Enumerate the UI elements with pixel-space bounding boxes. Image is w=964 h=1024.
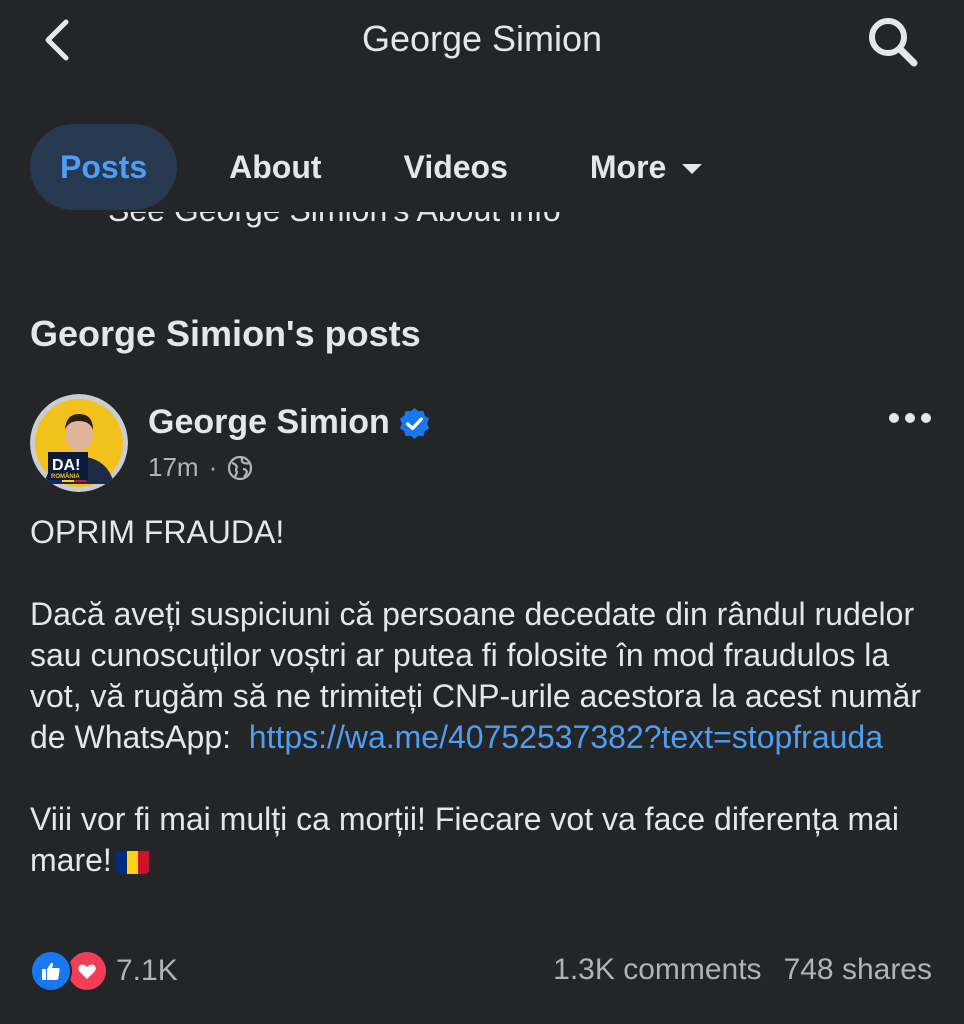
post-meta: 17m ·: [148, 452, 253, 483]
post-options-button[interactable]: [884, 400, 936, 436]
tab-videos[interactable]: Videos: [404, 124, 508, 210]
avatar-badge-subtext: ROMÂNIA: [51, 473, 80, 480]
post-text-line-1: OPRIM FRAUDA!: [30, 514, 285, 550]
post-stats: 1.3K comments 748 shares: [553, 953, 932, 987]
romania-flag-icon: [115, 847, 149, 874]
like-reaction-icon: [30, 950, 72, 992]
post-time[interactable]: 17m: [148, 452, 199, 483]
search-button[interactable]: [862, 10, 924, 72]
comments-count[interactable]: 1.3K comments: [553, 953, 761, 987]
about-info-text: See George Simion's About info: [108, 212, 561, 229]
whatsapp-link[interactable]: https://wa.me/40752537382?text=stopfraud…: [249, 719, 883, 755]
top-bar: George Simion: [0, 0, 964, 84]
profile-tabs: Posts About Videos More: [30, 124, 703, 210]
tab-about[interactable]: About: [229, 124, 321, 210]
avatar-badge-text: DA!: [52, 457, 80, 474]
avatar-image: DA! ROMÂNIA: [30, 394, 128, 492]
post-text-paragraph-3: Viii vor fi mai mulți ca morții! Fiecare…: [30, 799, 940, 881]
caret-down-icon: [682, 164, 703, 174]
tab-more[interactable]: More: [589, 124, 703, 210]
facebook-page-screen: George Simion Posts About Videos More Se…: [0, 0, 964, 1024]
post-text: OPRIM FRAUDA! Dacă aveți suspiciuni că p…: [30, 512, 940, 881]
section-title: George Simion's posts: [30, 313, 421, 354]
love-reaction-icon: [66, 950, 108, 992]
page-title: George Simion: [361, 18, 603, 59]
post-author-name[interactable]: George Simion: [148, 403, 390, 442]
avatar[interactable]: DA! ROMÂNIA: [30, 394, 128, 492]
about-info-link-clipped[interactable]: See George Simion's About info: [0, 212, 964, 240]
search-icon: [869, 18, 918, 67]
post-text-paragraph-3-body: Viii vor fi mai mulți ca morții! Fiecare…: [30, 801, 900, 878]
globe-icon: [228, 455, 253, 480]
shares-count[interactable]: 748 shares: [784, 953, 932, 987]
tab-posts[interactable]: Posts: [30, 124, 178, 210]
meta-separator: ·: [208, 452, 218, 482]
reaction-count: 7.1K: [116, 954, 178, 987]
more-horizontal-icon: [889, 413, 931, 423]
reactions-summary[interactable]: 7.1K: [30, 950, 178, 992]
post-text-paragraph-2: Dacă aveți suspiciuni că persoane deceda…: [30, 594, 940, 758]
tab-more-label: More: [589, 148, 667, 185]
verified-badge-icon: [399, 407, 430, 440]
